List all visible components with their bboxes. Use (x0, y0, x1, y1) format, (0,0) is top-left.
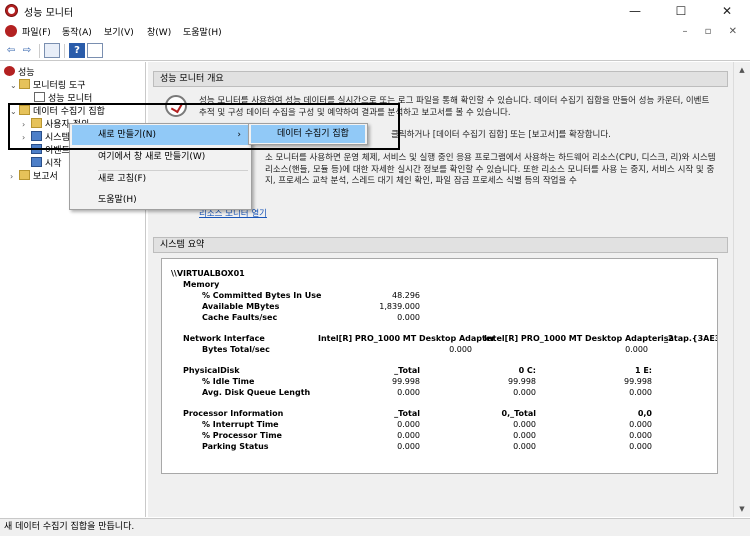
overview-header[interactable]: 성능 모니터 개요 (153, 71, 728, 87)
network-title: Network Interface (183, 334, 265, 343)
maximize-button[interactable]: ☐ (658, 0, 704, 22)
forward-icon[interactable]: ⇨ (19, 43, 35, 58)
tree-item-reports[interactable]: › 보고서 (10, 170, 58, 183)
disk-title: PhysicalDisk (183, 366, 240, 375)
tree-item-monitoring-tools[interactable]: ⌄ 모니터링 도구 (10, 79, 86, 92)
disk-col: 1 E: (634, 366, 652, 375)
network-col-3: isatap.{3AE313 (661, 334, 717, 343)
summary-host: \\VIRTUALBOX01 (171, 269, 245, 278)
toolbar-separator (39, 44, 40, 58)
overview-paragraph-2: 클릭하거나 [데이터 수집기 집합] 또는 [보고서]를 확장합니다. (391, 130, 611, 140)
network-label: Bytes Total/sec (202, 345, 270, 354)
app-icon (5, 4, 18, 17)
menu-bar: 파일(F) 동작(A) 보기(V) 창(W) 도움말(H) – ▫ ✕ (0, 22, 750, 41)
scroll-up-icon[interactable]: ▲ (734, 62, 750, 78)
system-summary-header[interactable]: 시스템 요약 (153, 237, 728, 253)
menu-file[interactable]: 파일(F) (22, 25, 51, 38)
disk-value: 0.000 (629, 388, 652, 397)
disk-col: _Total (394, 366, 420, 375)
mdi-window-controls[interactable]: – ▫ ✕ (682, 26, 744, 37)
tree-item-startup[interactable]: 시작 (31, 157, 62, 170)
disk-label: Avg. Disk Queue Length (202, 388, 311, 397)
performance-icon (4, 66, 15, 76)
processor-value: 0.000 (629, 442, 652, 451)
chevron-right-icon[interactable]: › (10, 170, 19, 183)
context-menu-help[interactable]: 도움말(H) (72, 190, 249, 210)
show-hide-console-tree-icon[interactable] (44, 43, 60, 58)
processor-value: 0.000 (629, 420, 652, 429)
processor-title: Processor Information (183, 409, 284, 418)
menu-app-icon[interactable] (5, 25, 17, 37)
memory-value: 1,839.000 (379, 302, 420, 311)
processor-value: 0.000 (397, 431, 420, 440)
menu-action[interactable]: 동작(A) (62, 25, 92, 38)
overview-paragraph-3: 소 모니터를 사용하면 운영 체제, 서비스 및 실행 중인 응용 프로그램에서… (265, 153, 716, 186)
processor-col: _Total (394, 409, 420, 418)
title-bar: 성능 모니터 — ☐ ✕ (0, 0, 750, 22)
minimize-button[interactable]: — (612, 0, 658, 22)
collector-set-icon (31, 157, 42, 167)
tree-item-performance[interactable]: 성능 (4, 66, 35, 79)
menu-view[interactable]: 보기(V) (104, 25, 134, 38)
vertical-scrollbar[interactable]: ▲ ▼ (733, 62, 750, 517)
network-value: 0.000 (625, 345, 648, 354)
action-pane-icon[interactable] (87, 43, 103, 58)
processor-col: 0,0 (637, 409, 652, 418)
processor-value: 0.000 (397, 420, 420, 429)
annotation-highlight-box (8, 103, 400, 150)
network-col-2: Intel[R] PRO_1000 MT Desktop Adapter _2 (484, 334, 674, 343)
menu-window[interactable]: 창(W) (147, 25, 171, 38)
toolbar-separator (64, 44, 65, 58)
disk-value: 99.998 (624, 377, 652, 386)
disk-value: 0.000 (513, 388, 536, 397)
memory-value: 0.000 (397, 313, 420, 322)
memory-value: 48.296 (392, 291, 420, 300)
processor-value: 0.000 (513, 442, 536, 451)
disk-value: 99.998 (508, 377, 536, 386)
toolbar: ⇦ ⇨ ? (0, 41, 750, 61)
memory-title: Memory (183, 280, 220, 289)
processor-label: % Interrupt Time (202, 420, 279, 429)
memory-label: Cache Faults/sec (202, 313, 278, 322)
disk-label: % Idle Time (202, 377, 255, 386)
help-icon[interactable]: ? (69, 43, 85, 58)
system-summary-panel: \\VIRTUALBOX01 Memory % Committed Bytes … (161, 258, 718, 474)
processor-value: 0.000 (513, 431, 536, 440)
memory-label: % Committed Bytes In Use (202, 291, 322, 300)
memory-label: Available MBytes (202, 302, 280, 311)
disk-col: 0 C: (518, 366, 536, 375)
scroll-down-icon[interactable]: ▼ (734, 501, 750, 517)
context-menu-refresh[interactable]: 새로 고침(F) (72, 169, 249, 189)
folder-icon (19, 79, 30, 89)
chevron-down-icon[interactable]: ⌄ (10, 79, 19, 92)
processor-label: % Processor Time (202, 431, 282, 440)
chart-icon (34, 92, 45, 102)
processor-label: Parking Status (202, 442, 269, 451)
status-bar: 새 데이터 수집기 집합을 만듭니다. (0, 518, 750, 536)
network-col-1: Intel[R] PRO_1000 MT Desktop Adapter (318, 334, 496, 343)
back-icon[interactable]: ⇦ (3, 43, 19, 58)
folder-icon (19, 170, 30, 180)
context-menu-new-window[interactable]: 여기에서 창 새로 만들기(W) (72, 147, 249, 167)
network-value: 0.000 (449, 345, 472, 354)
disk-value: 0.000 (397, 388, 420, 397)
window-title: 성능 모니터 (24, 8, 74, 19)
disk-value: 99.998 (392, 377, 420, 386)
processor-value: 0.000 (513, 420, 536, 429)
processor-value: 0.000 (397, 442, 420, 451)
close-button[interactable]: ✕ (704, 0, 750, 22)
menu-help[interactable]: 도움말(H) (183, 25, 222, 38)
processor-col: 0,_Total (501, 409, 536, 418)
processor-value: 0.000 (629, 431, 652, 440)
